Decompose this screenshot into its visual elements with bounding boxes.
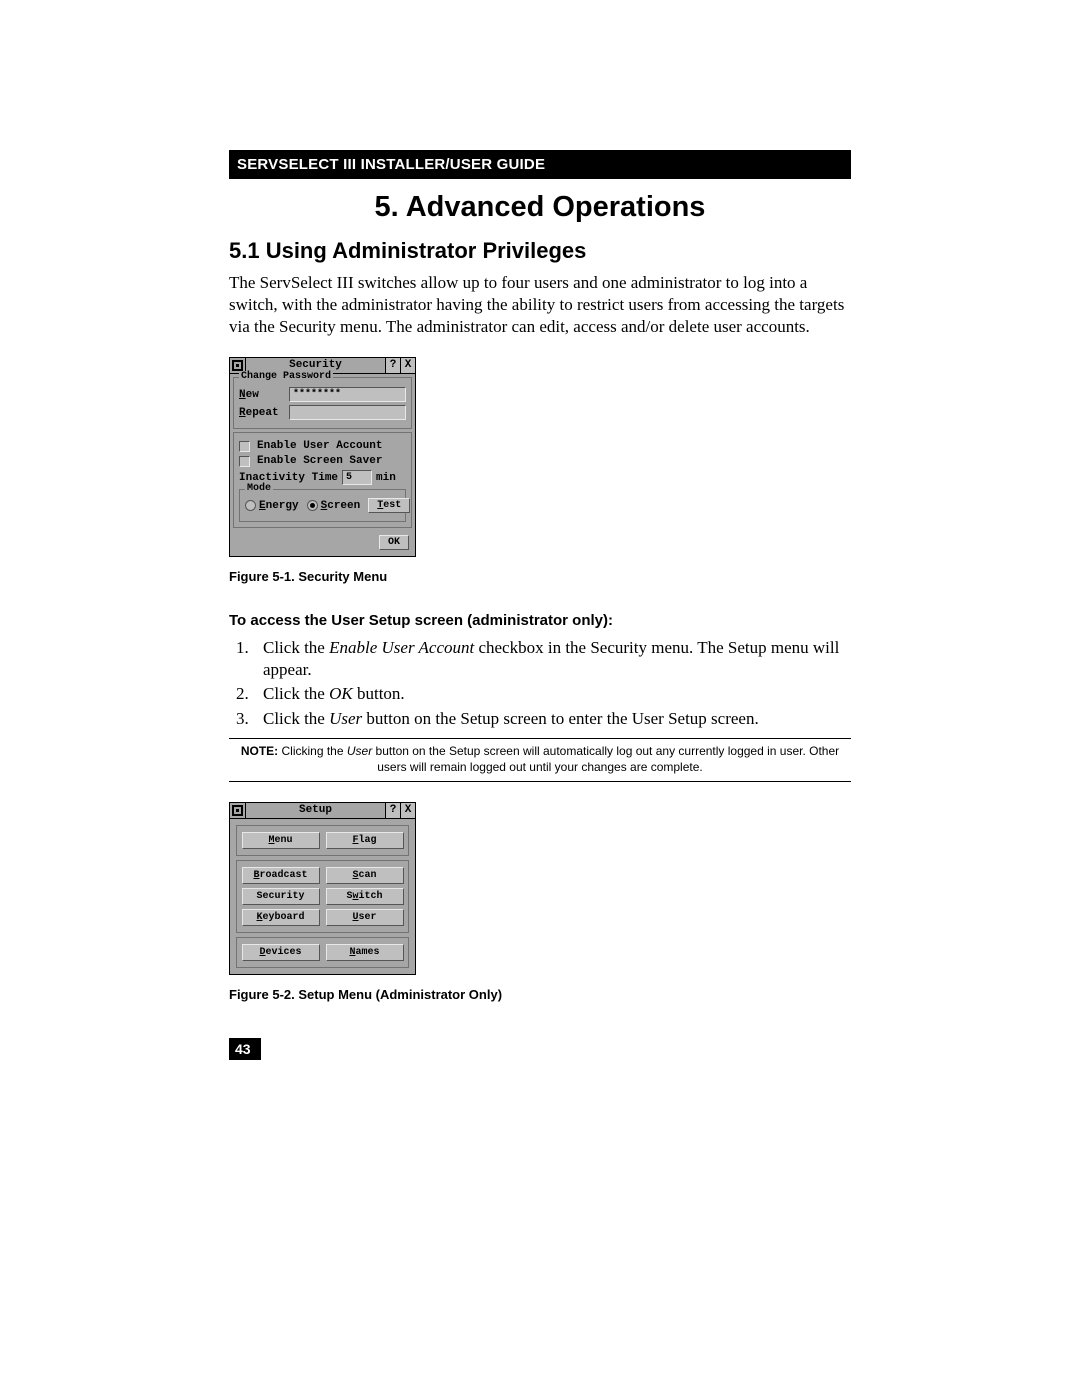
page-number: 43: [229, 1038, 261, 1060]
chapter-title: 5. Advanced Operations: [229, 191, 851, 224]
enable-user-account-checkbox[interactable]: Enable User Account: [239, 440, 406, 452]
step-1: Click the Enable User Account checkbox i…: [253, 637, 851, 681]
menu-button[interactable]: Menu: [242, 832, 320, 849]
energy-label: Energy: [259, 500, 299, 512]
new-password-label: New: [239, 389, 285, 401]
mode-label: Mode: [245, 483, 273, 494]
new-password-input[interactable]: ********: [289, 387, 406, 402]
section-title: 5.1 Using Administrator Privileges: [229, 238, 851, 264]
help-button[interactable]: ?: [385, 803, 400, 818]
access-user-setup-heading: To access the User Setup screen (adminis…: [229, 612, 851, 629]
names-button[interactable]: Names: [326, 944, 404, 961]
checkbox-icon: [239, 456, 250, 467]
options-group: Enable User Account Enable Screen Saver …: [233, 432, 412, 528]
help-button[interactable]: ?: [385, 358, 400, 373]
figure-1-caption: Figure 5-1. Security Menu: [229, 569, 851, 584]
broadcast-button[interactable]: Broadcast: [242, 867, 320, 884]
guide-header: SERVSELECT III INSTALLER/USER GUIDE: [229, 150, 851, 179]
change-password-group: Change Password New ******** Repeat: [233, 377, 412, 429]
setup-group-1: Menu Flag: [236, 825, 409, 856]
figure-2-caption: Figure 5-2. Setup Menu (Administrator On…: [229, 987, 851, 1002]
steps-list: Click the Enable User Account checkbox i…: [229, 637, 851, 729]
inactivity-unit: min: [376, 472, 396, 484]
close-button[interactable]: X: [400, 358, 415, 373]
setup-dialog: Setup ? X Menu Flag Broadcast Scan: [229, 802, 416, 975]
repeat-password-input[interactable]: [289, 405, 406, 420]
repeat-password-label: Repeat: [239, 407, 285, 419]
energy-radio[interactable]: Energy: [245, 500, 299, 512]
screen-radio[interactable]: Screen: [307, 500, 361, 512]
figure-setup-menu: Setup ? X Menu Flag Broadcast Scan: [229, 802, 851, 1002]
figure-security-menu: Security ? X Change Password New *******…: [229, 357, 851, 584]
radio-icon: [307, 500, 318, 511]
note-block: NOTE: Clicking the User button on the Se…: [229, 738, 851, 782]
checkbox-icon: [239, 441, 250, 452]
step-3: Click the User button on the Setup scree…: [253, 708, 851, 730]
intro-paragraph: The ServSelect III switches allow up to …: [229, 272, 851, 337]
setup-titlebar: Setup ? X: [230, 803, 415, 819]
scan-button[interactable]: Scan: [326, 867, 404, 884]
change-password-label: Change Password: [239, 371, 333, 382]
note-label: NOTE:: [241, 744, 278, 758]
flag-button[interactable]: Flag: [326, 832, 404, 849]
step-2: Click the OK button.: [253, 683, 851, 705]
enable-user-account-label: Enable User Account: [257, 440, 382, 452]
close-button[interactable]: X: [400, 803, 415, 818]
enable-screen-saver-checkbox[interactable]: Enable Screen Saver: [239, 455, 406, 467]
ok-button[interactable]: OK: [379, 535, 409, 550]
inactivity-time-label: Inactivity Time: [239, 472, 338, 484]
inactivity-time-input[interactable]: 5: [342, 470, 372, 485]
switch-button[interactable]: Switch: [326, 888, 404, 905]
radio-icon: [245, 500, 256, 511]
user-button[interactable]: User: [326, 909, 404, 926]
security-dialog: Security ? X Change Password New *******…: [229, 357, 416, 557]
test-button[interactable]: Test: [368, 498, 410, 513]
devices-button[interactable]: Devices: [242, 944, 320, 961]
enable-screen-saver-label: Enable Screen Saver: [257, 455, 382, 467]
window-logo-icon: [230, 803, 246, 818]
setup-title: Setup: [246, 803, 385, 818]
security-button[interactable]: Security: [242, 888, 320, 905]
keyboard-button[interactable]: Keyboard: [242, 909, 320, 926]
screen-label: Screen: [321, 500, 361, 512]
setup-group-3: Devices Names: [236, 937, 409, 968]
setup-group-2: Broadcast Scan Security Switch Keyboard …: [236, 860, 409, 933]
mode-group: Mode Energy Screen Test: [239, 489, 406, 522]
